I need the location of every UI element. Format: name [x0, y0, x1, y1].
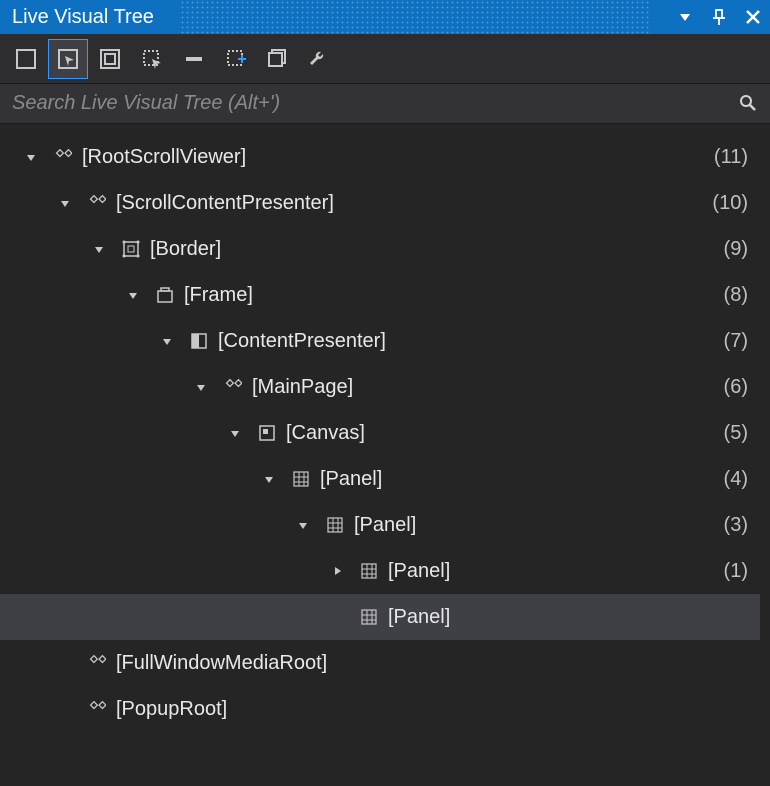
child-count: (9) — [724, 238, 748, 261]
frame-icon — [154, 284, 176, 306]
expander-collapsed-icon[interactable] — [326, 560, 348, 582]
tree-node-label: [MainPage] — [252, 376, 353, 399]
preview-selection-button[interactable] — [216, 39, 256, 79]
expander-expanded-icon[interactable] — [190, 376, 212, 398]
child-count: (6) — [724, 376, 748, 399]
child-count: (3) — [724, 514, 748, 537]
show-all-button[interactable] — [258, 39, 298, 79]
tree-row[interactable]: [Frame] (8) — [0, 272, 760, 318]
enable-selection-button[interactable] — [48, 39, 88, 79]
tree-node-label: [Panel] — [388, 560, 450, 583]
expander-none — [54, 698, 76, 720]
tree-row[interactable]: [PopupRoot] — [0, 686, 760, 732]
expander-expanded-icon[interactable] — [54, 192, 76, 214]
expander-expanded-icon[interactable] — [156, 330, 178, 352]
tree-row[interactable]: [ContentPresenter] (7) — [0, 318, 760, 364]
child-count: (8) — [724, 284, 748, 307]
tree-row[interactable]: [ScrollContentPresenter] (10) — [0, 180, 760, 226]
tree-node-label: [Canvas] — [286, 422, 365, 445]
track-focused-element-button[interactable] — [132, 39, 172, 79]
select-element-button[interactable] — [6, 39, 46, 79]
window-menu-button[interactable] — [672, 4, 698, 30]
titlebar-grip[interactable] — [180, 0, 650, 34]
titlebar-title: Live Visual Tree — [12, 0, 154, 34]
child-count: (10) — [712, 192, 748, 215]
element-icon — [86, 192, 108, 214]
toolbar — [0, 34, 770, 84]
child-count: (5) — [724, 422, 748, 445]
expander-expanded-icon[interactable] — [122, 284, 144, 306]
tree-node-label: [Frame] — [184, 284, 253, 307]
tree-node-label: [PopupRoot] — [116, 698, 227, 721]
titlebar: Live Visual Tree — [0, 0, 770, 34]
search-input[interactable] — [12, 92, 738, 115]
child-count: (11) — [714, 146, 748, 169]
visual-tree: [RootScrollViewer] (11) [ScrollContentPres… — [0, 124, 770, 742]
tree-row[interactable]: [Border] (9) — [0, 226, 760, 272]
tree-node-label: [RootScrollViewer] — [82, 146, 246, 169]
tree-row[interactable]: [Panel] (1) — [0, 548, 760, 594]
grid-icon — [324, 514, 346, 536]
grid-icon — [358, 560, 380, 582]
tree-node-label: [Panel] — [320, 468, 382, 491]
child-count: (4) — [724, 468, 748, 491]
settings-button[interactable] — [300, 39, 340, 79]
tree-row[interactable]: [RootScrollViewer] (11) — [0, 134, 760, 180]
grid-icon — [358, 606, 380, 628]
expander-expanded-icon[interactable] — [20, 146, 42, 168]
tree-node-label: [Panel] — [388, 606, 450, 629]
tree-node-label: [FullWindowMediaRoot] — [116, 652, 327, 675]
pin-button[interactable] — [706, 4, 732, 30]
search-icon[interactable] — [738, 93, 760, 115]
tree-row[interactable]: [FullWindowMediaRoot] — [0, 640, 760, 686]
border-icon — [120, 238, 142, 260]
tree-row[interactable]: [Canvas] (5) — [0, 410, 760, 456]
searchbar — [0, 84, 770, 124]
tree-row[interactable]: [MainPage] (6) — [0, 364, 760, 410]
tree-row[interactable]: [Panel] (3) — [0, 502, 760, 548]
child-count: (1) — [724, 560, 748, 583]
tree-node-label: [ContentPresenter] — [218, 330, 386, 353]
grid-icon — [290, 468, 312, 490]
tree-row[interactable]: [Panel] — [0, 594, 760, 640]
expander-expanded-icon[interactable] — [258, 468, 280, 490]
expander-expanded-icon[interactable] — [88, 238, 110, 260]
tree-row[interactable]: [Panel] (4) — [0, 456, 760, 502]
canvas-icon — [256, 422, 278, 444]
element-icon — [86, 652, 108, 674]
content-icon — [188, 330, 210, 352]
tree-node-label: [Border] — [150, 238, 221, 261]
expander-none — [326, 606, 348, 628]
close-button[interactable] — [740, 4, 766, 30]
display-layout-adorners-button[interactable] — [90, 39, 130, 79]
toggle-runtime-tools-button[interactable] — [174, 39, 214, 79]
expander-none — [54, 652, 76, 674]
tree-node-label: [Panel] — [354, 514, 416, 537]
expander-expanded-icon[interactable] — [224, 422, 246, 444]
child-count: (7) — [724, 330, 748, 353]
tree-node-label: [ScrollContentPresenter] — [116, 192, 334, 215]
element-icon — [86, 698, 108, 720]
element-icon — [52, 146, 74, 168]
element-icon — [222, 376, 244, 398]
expander-expanded-icon[interactable] — [292, 514, 314, 536]
